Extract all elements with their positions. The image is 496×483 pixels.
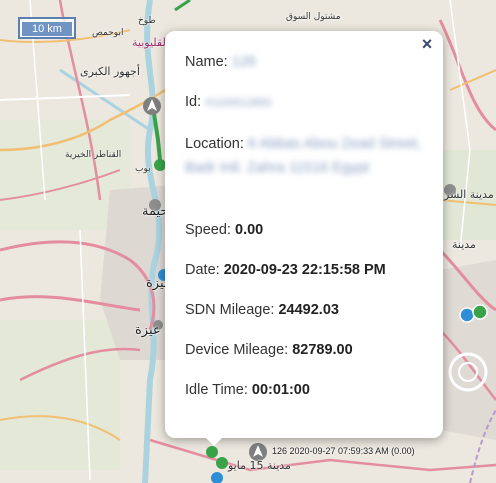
track-point-label: 126 2020-09-27 07:59:33 AM (0.00)	[272, 446, 415, 456]
marker-blue[interactable]	[459, 307, 475, 323]
id-value: #1100012850	[205, 97, 272, 109]
name-label: Name:	[185, 54, 228, 70]
device-mileage-value: 82789.00	[292, 342, 353, 358]
place-label: ابوحمص	[92, 28, 124, 38]
sdn-mileage-label: SDN Mileage:	[185, 302, 275, 318]
popup-id-row: Id: #1100012850	[185, 92, 423, 132]
place-label: عيزة	[135, 323, 161, 338]
place-label: مدينة الشر	[444, 188, 494, 201]
close-icon[interactable]: ×	[419, 35, 435, 53]
marker-green[interactable]	[216, 457, 228, 469]
id-label: Id:	[185, 94, 202, 110]
place-label: مدينة 15 مايو	[228, 459, 291, 472]
speed-label: Speed:	[185, 222, 231, 238]
place-label: القناطر الخيرية	[65, 150, 122, 160]
place-label: مشتول السوق	[286, 12, 341, 22]
popup-speed-row: Speed: 0.00	[185, 220, 423, 260]
idle-time-value: 00:01:00	[251, 382, 310, 398]
place-label: بوب	[135, 164, 151, 174]
marker-green[interactable]	[206, 446, 218, 458]
idle-time-label: Idle Time:	[185, 382, 248, 398]
place-label: القليوبية	[132, 36, 169, 49]
place-label: أجهور الكبرى	[80, 65, 140, 78]
device-mileage-label: Device Mileage:	[185, 342, 289, 358]
popup-location-row: Location: 6 Abbas Abou Zead Street, Badr…	[185, 132, 423, 220]
map-scale: 10 km	[18, 17, 76, 39]
location-label: Location:	[185, 136, 244, 152]
place-label: طوخ	[138, 16, 156, 26]
popup-date-row: Date: 2020-09-23 22:15:58 PM	[185, 260, 423, 300]
name-value: 126	[231, 54, 256, 70]
place-label: مدينة	[452, 238, 476, 251]
speed-value: 0.00	[235, 222, 264, 238]
popup-device-row: Device Mileage: 82789.00	[185, 340, 423, 380]
popup-name-row: Name: 126	[185, 52, 423, 92]
sdn-mileage-value: 24492.03	[278, 302, 339, 318]
date-value: 2020-09-23 22:15:58 PM	[223, 262, 386, 278]
popup-sdn-row: SDN Mileage: 24492.03	[185, 300, 423, 340]
map-scale-label: 10 km	[22, 22, 72, 36]
popup-idle-row: Idle Time: 00:01:00	[185, 380, 423, 420]
direction-arrow-icon[interactable]	[143, 97, 161, 115]
date-label: Date:	[185, 262, 220, 278]
marker-green[interactable]	[472, 304, 488, 320]
info-popup: × Name: 126 Id: #1100012850 Location: 6 …	[165, 31, 443, 438]
popup-tip	[205, 437, 223, 446]
